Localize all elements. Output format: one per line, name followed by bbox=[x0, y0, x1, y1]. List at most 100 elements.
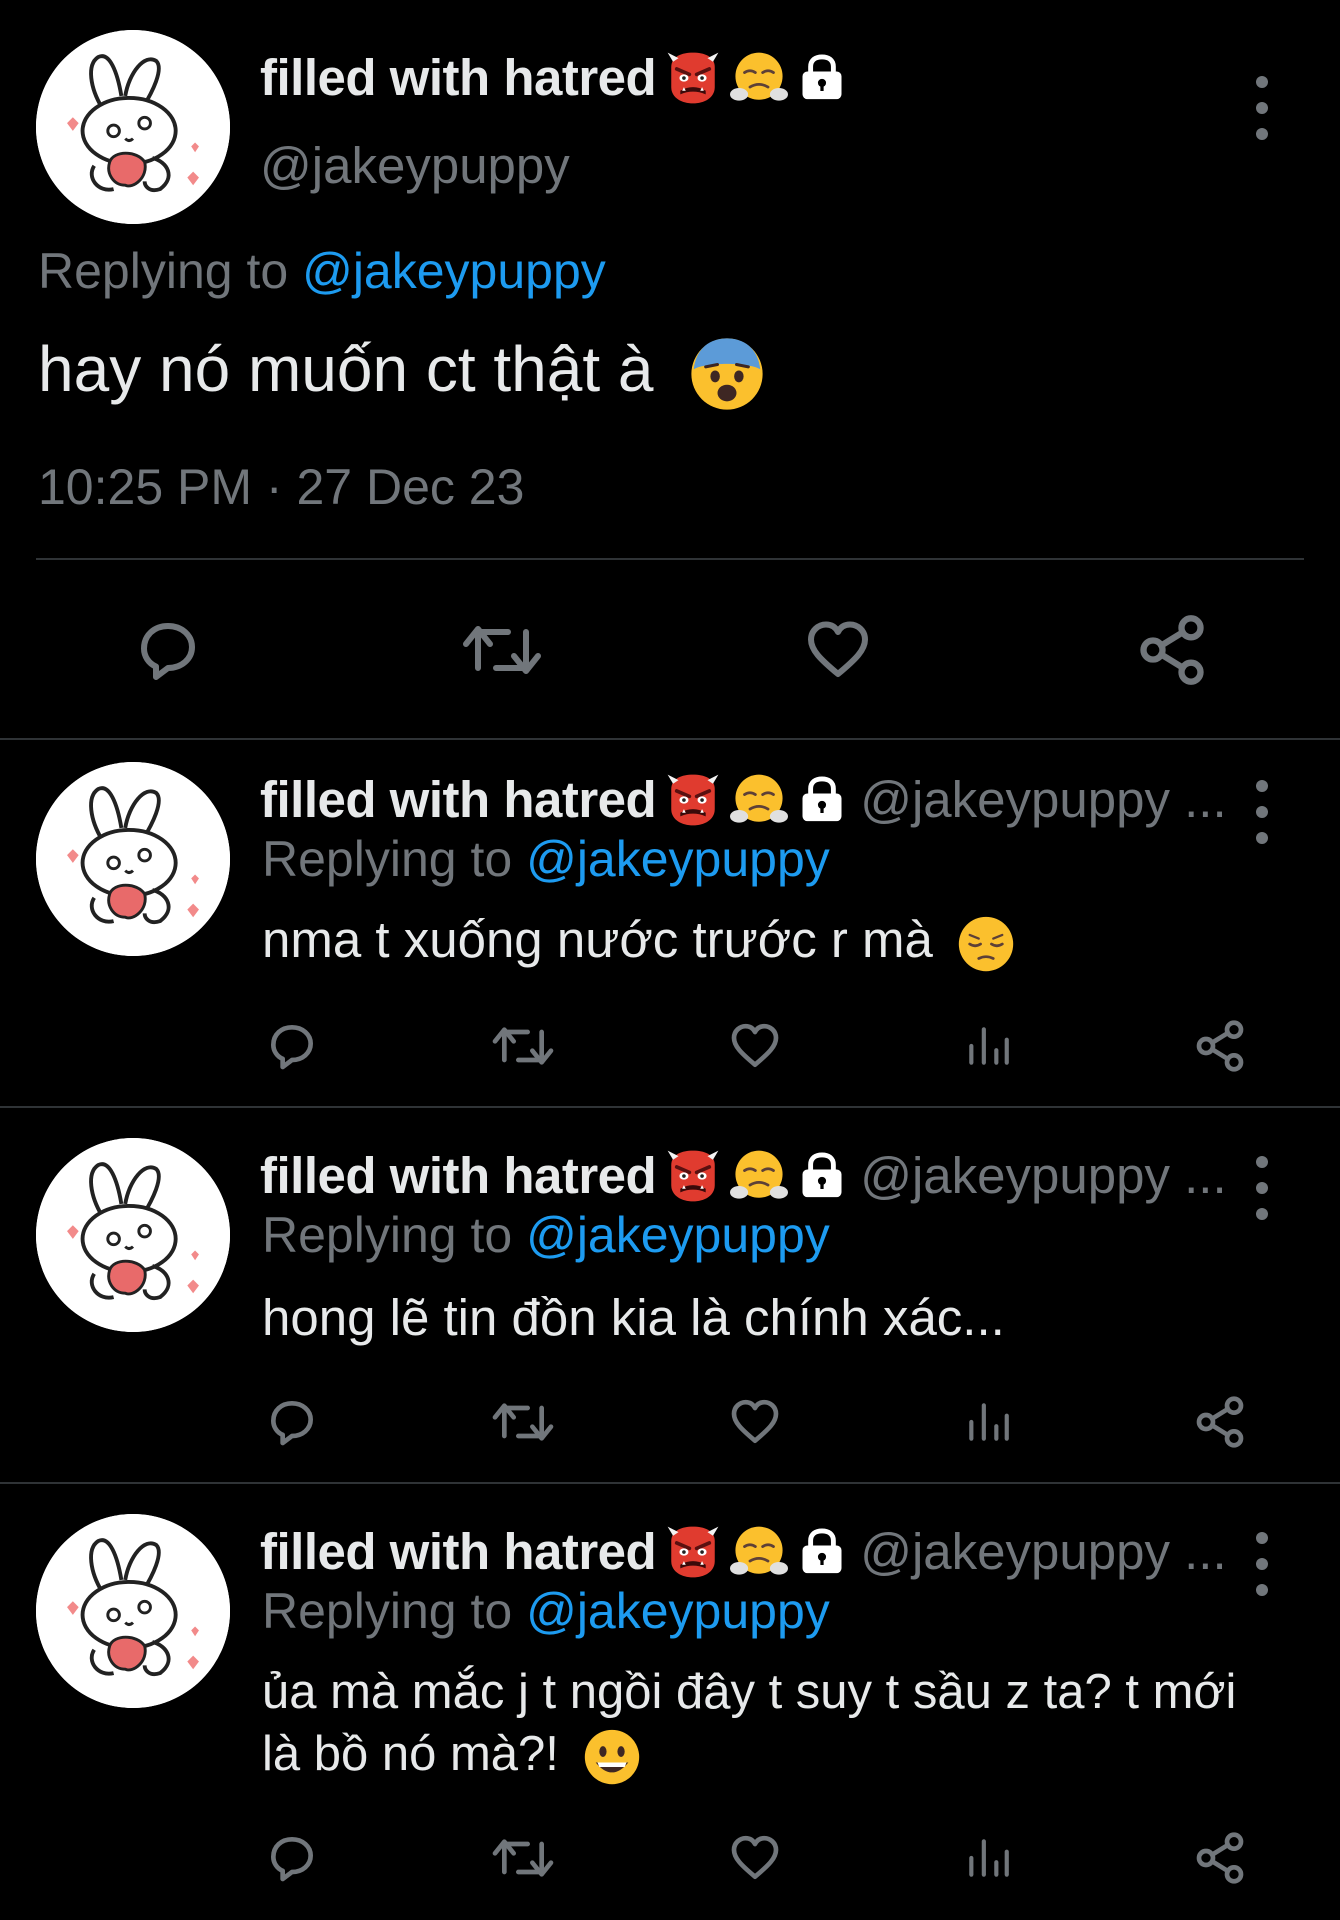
more-options-icon[interactable] bbox=[1242, 1524, 1282, 1604]
reply-icon bbox=[271, 1837, 313, 1882]
replying-prefix: Replying to bbox=[38, 243, 289, 299]
ogre-emoji-icon bbox=[664, 49, 722, 107]
share-button[interactable] bbox=[1190, 1016, 1250, 1076]
retweet-icon bbox=[463, 626, 541, 674]
share-icon bbox=[1196, 1832, 1244, 1884]
handle[interactable]: @jakeypuppy bbox=[260, 136, 570, 195]
tweet-text: hong lẽ tin đồn kia là chính xác... bbox=[262, 1288, 1005, 1347]
tweet-text-content: ủa mà mắc j t ngồi đây t suy t sầu z ta?… bbox=[262, 1665, 1237, 1719]
timestamp[interactable]: 10:25 PM · 27 Dec 23 bbox=[38, 458, 524, 516]
handle[interactable]: @jakeypuppy ... bbox=[860, 770, 1226, 829]
display-name[interactable]: filled with hatred bbox=[260, 1522, 657, 1581]
divider bbox=[36, 558, 1304, 560]
lock-icon bbox=[796, 774, 848, 826]
more-options-icon[interactable] bbox=[1242, 68, 1282, 148]
avatar[interactable] bbox=[36, 1138, 230, 1332]
replying-mention[interactable]: @jakeypuppy bbox=[302, 243, 606, 299]
reply-icon bbox=[271, 1025, 313, 1070]
views-button[interactable] bbox=[960, 1828, 1016, 1888]
more-options-icon[interactable] bbox=[1242, 772, 1282, 852]
tweet-text-content: hay nó muốn ct thật à bbox=[38, 333, 654, 405]
retweet-button[interactable] bbox=[488, 1828, 558, 1888]
ogre-emoji-icon bbox=[664, 1523, 722, 1581]
tweet-text: hay nó muốn ct thật à bbox=[38, 332, 765, 412]
pensive-face-emoji-icon bbox=[957, 914, 1015, 973]
fearful-face-emoji-icon bbox=[689, 336, 765, 412]
reply-button[interactable] bbox=[262, 1392, 322, 1452]
tweet-text-line-1: ủa mà mắc j t ngồi đây t suy t sầu z ta?… bbox=[262, 1664, 1236, 1720]
share-icon bbox=[1196, 1020, 1244, 1072]
retweet-icon bbox=[492, 1403, 554, 1441]
steam-face-emoji-icon bbox=[730, 1147, 789, 1205]
like-button[interactable] bbox=[724, 1016, 786, 1076]
retweet-button[interactable] bbox=[488, 1392, 558, 1452]
replying-mention[interactable]: @jakeypuppy bbox=[526, 1583, 830, 1639]
retweet-button[interactable] bbox=[458, 612, 546, 688]
tweet-text: nma t xuống nước trước r mà bbox=[262, 910, 1015, 973]
reply-icon bbox=[141, 623, 195, 680]
views-button[interactable] bbox=[960, 1016, 1016, 1076]
share-button[interactable] bbox=[1190, 1392, 1250, 1452]
steam-face-emoji-icon bbox=[730, 49, 789, 107]
reply-button[interactable] bbox=[262, 1828, 322, 1888]
avatar[interactable] bbox=[36, 1514, 230, 1708]
grinning-face-emoji-icon bbox=[583, 1728, 641, 1786]
lock-icon bbox=[796, 52, 848, 104]
more-options-icon[interactable] bbox=[1242, 1148, 1282, 1228]
display-name-row: filled with hatred @jakeypuppy ... bbox=[260, 1146, 1227, 1205]
display-name-row: filled with hatred @jakeypuppy ... bbox=[260, 770, 1227, 829]
divider bbox=[0, 1482, 1340, 1484]
replying-to: Replying to @jakeypuppy bbox=[262, 830, 830, 888]
tweet-text-line-2: là bồ nó mà?! bbox=[262, 1726, 641, 1786]
replying-mention[interactable]: @jakeypuppy bbox=[526, 1207, 830, 1263]
reply-icon bbox=[271, 1401, 313, 1446]
replying-mention[interactable]: @jakeypuppy bbox=[526, 831, 830, 887]
heart-icon bbox=[808, 621, 868, 677]
display-name[interactable]: filled with hatred bbox=[260, 1146, 657, 1205]
replying-prefix: Replying to bbox=[262, 831, 513, 887]
share-icon bbox=[1196, 1396, 1244, 1448]
like-button[interactable] bbox=[796, 612, 880, 688]
ogre-emoji-icon bbox=[664, 771, 722, 829]
views-icon bbox=[969, 1839, 1009, 1877]
display-name[interactable]: filled with hatred bbox=[260, 48, 657, 107]
display-name-row: filled with hatred bbox=[260, 48, 848, 107]
like-button[interactable] bbox=[724, 1392, 786, 1452]
retweet-button[interactable] bbox=[488, 1016, 558, 1076]
heart-icon bbox=[731, 1835, 779, 1879]
share-icon bbox=[1140, 615, 1204, 685]
avatar[interactable] bbox=[36, 762, 230, 956]
reply-button[interactable] bbox=[262, 1016, 322, 1076]
avatar[interactable] bbox=[36, 30, 230, 224]
handle[interactable]: @jakeypuppy ... bbox=[860, 1522, 1226, 1581]
divider bbox=[0, 738, 1340, 740]
replying-to: Replying to @jakeypuppy bbox=[38, 242, 606, 300]
share-button[interactable] bbox=[1130, 610, 1214, 690]
replying-to: Replying to @jakeypuppy bbox=[262, 1582, 830, 1640]
retweet-icon bbox=[492, 1839, 554, 1877]
replying-prefix: Replying to bbox=[262, 1207, 513, 1263]
steam-face-emoji-icon bbox=[730, 771, 789, 829]
replying-to: Replying to @jakeypuppy bbox=[262, 1206, 830, 1264]
tweet-text-content: là bồ nó mà?! bbox=[262, 1727, 559, 1781]
share-button[interactable] bbox=[1190, 1828, 1250, 1888]
steam-face-emoji-icon bbox=[730, 1523, 789, 1581]
views-icon bbox=[969, 1027, 1009, 1065]
lock-icon bbox=[796, 1526, 848, 1578]
retweet-icon bbox=[492, 1027, 554, 1065]
views-icon bbox=[969, 1403, 1009, 1441]
ogre-emoji-icon bbox=[664, 1147, 722, 1205]
tweet-text-content: hong lẽ tin đồn kia là chính xác... bbox=[262, 1289, 1005, 1346]
display-name[interactable]: filled with hatred bbox=[260, 770, 657, 829]
replying-prefix: Replying to bbox=[262, 1583, 513, 1639]
heart-icon bbox=[731, 1399, 779, 1443]
handle[interactable]: @jakeypuppy ... bbox=[860, 1146, 1226, 1205]
lock-icon bbox=[796, 1150, 848, 1202]
tweet-text-content: nma t xuống nước trước r mà bbox=[262, 911, 933, 968]
divider bbox=[0, 1106, 1340, 1108]
heart-icon bbox=[731, 1023, 779, 1067]
display-name-row: filled with hatred @jakeypuppy ... bbox=[260, 1522, 1227, 1581]
views-button[interactable] bbox=[960, 1392, 1016, 1452]
reply-button[interactable] bbox=[128, 612, 208, 688]
like-button[interactable] bbox=[724, 1828, 786, 1888]
